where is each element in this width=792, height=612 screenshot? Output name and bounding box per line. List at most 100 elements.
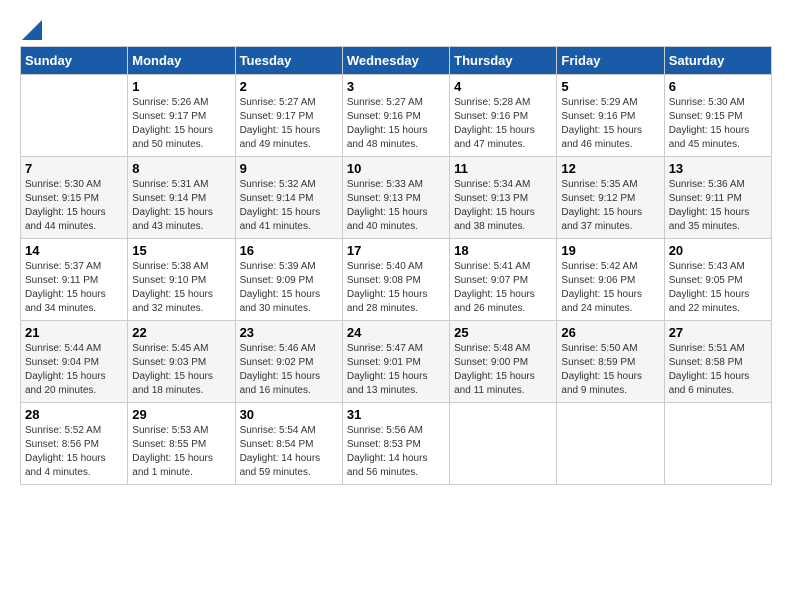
calendar-header-row: SundayMondayTuesdayWednesdayThursdayFrid… — [21, 47, 772, 75]
day-info: Sunrise: 5:52 AM Sunset: 8:56 PM Dayligh… — [25, 424, 123, 480]
calendar-cell: 29Sunrise: 5:53 AM Sunset: 8:55 PM Dayli… — [128, 403, 235, 485]
day-number: 19 — [561, 243, 659, 258]
calendar-cell — [450, 403, 557, 485]
calendar-week-1: 7 Sunrise: 5:30 AM Sunset: 9:15 PM Daylig… — [21, 157, 772, 239]
day-number: 29 — [132, 407, 230, 422]
header-saturday: Saturday — [664, 47, 771, 75]
day-info: Sunrise: 5:35 AM Sunset: 9:12 PM Dayligh… — [561, 178, 659, 234]
calendar-cell: 15 Sunrise: 5:38 AM Sunset: 9:10 PM Dayli… — [128, 239, 235, 321]
header-friday: Friday — [557, 47, 664, 75]
day-info: Sunrise: 5:40 AM Sunset: 9:08 PM Dayligh… — [347, 260, 445, 316]
day-info: Sunrise: 5:38 AM Sunset: 9:10 PM Dayligh… — [132, 260, 230, 316]
calendar-cell: 11 Sunrise: 5:34 AM Sunset: 9:13 PM Dayli… — [450, 157, 557, 239]
day-info: Sunrise: 5:48 AM Sunset: 9:00 PM Dayligh… — [454, 342, 552, 398]
header-thursday: Thursday — [450, 47, 557, 75]
day-info: Sunrise: 5:51 AM Sunset: 8:58 PM Dayligh… — [669, 342, 767, 398]
calendar-cell: 12 Sunrise: 5:35 AM Sunset: 9:12 PM Dayli… — [557, 157, 664, 239]
day-info: Sunrise: 5:54 AM Sunset: 8:54 PM Dayligh… — [240, 424, 338, 480]
day-number: 13 — [669, 161, 767, 176]
day-info: Sunrise: 5:45 AM Sunset: 9:03 PM Dayligh… — [132, 342, 230, 398]
day-info: Sunrise: 5:36 AM Sunset: 9:11 PM Dayligh… — [669, 178, 767, 234]
calendar-week-3: 21 Sunrise: 5:44 AM Sunset: 9:04 PM Dayli… — [21, 321, 772, 403]
calendar-cell: 2 Sunrise: 5:27 AM Sunset: 9:17 PM Daylig… — [235, 75, 342, 157]
day-number: 30 — [240, 407, 338, 422]
calendar-cell: 26 Sunrise: 5:50 AM Sunset: 8:59 PM Dayli… — [557, 321, 664, 403]
calendar-cell: 27 Sunrise: 5:51 AM Sunset: 8:58 PM Dayli… — [664, 321, 771, 403]
day-number: 14 — [25, 243, 123, 258]
calendar-cell: 9 Sunrise: 5:32 AM Sunset: 9:14 PM Daylig… — [235, 157, 342, 239]
day-number: 27 — [669, 325, 767, 340]
day-number: 9 — [240, 161, 338, 176]
calendar-cell: 14 Sunrise: 5:37 AM Sunset: 9:11 PM Dayli… — [21, 239, 128, 321]
calendar-cell: 17 Sunrise: 5:40 AM Sunset: 9:08 PM Dayli… — [342, 239, 449, 321]
day-info: Sunrise: 5:31 AM Sunset: 9:14 PM Dayligh… — [132, 178, 230, 234]
calendar-cell — [21, 75, 128, 157]
day-number: 22 — [132, 325, 230, 340]
header-tuesday: Tuesday — [235, 47, 342, 75]
day-info: Sunrise: 5:37 AM Sunset: 9:11 PM Dayligh… — [25, 260, 123, 316]
day-info: Sunrise: 5:27 AM Sunset: 9:17 PM Dayligh… — [240, 96, 338, 152]
calendar-cell: 30 Sunrise: 5:54 AM Sunset: 8:54 PM Dayli… — [235, 403, 342, 485]
calendar-cell: 10Sunrise: 5:33 AM Sunset: 9:13 PM Dayli… — [342, 157, 449, 239]
calendar-cell: 21 Sunrise: 5:44 AM Sunset: 9:04 PM Dayli… — [21, 321, 128, 403]
day-info: Sunrise: 5:34 AM Sunset: 9:13 PM Dayligh… — [454, 178, 552, 234]
logo — [20, 20, 42, 36]
day-info: Sunrise: 5:42 AM Sunset: 9:06 PM Dayligh… — [561, 260, 659, 316]
day-number: 24 — [347, 325, 445, 340]
day-info: Sunrise: 5:29 AM Sunset: 9:16 PM Dayligh… — [561, 96, 659, 152]
day-number: 15 — [132, 243, 230, 258]
header-sunday: Sunday — [21, 47, 128, 75]
day-info: Sunrise: 5:56 AM Sunset: 8:53 PM Dayligh… — [347, 424, 445, 480]
day-info: Sunrise: 5:33 AM Sunset: 9:13 PM Dayligh… — [347, 178, 445, 234]
day-info: Sunrise: 5:44 AM Sunset: 9:04 PM Dayligh… — [25, 342, 123, 398]
calendar-week-0: 1 Sunrise: 5:26 AM Sunset: 9:17 PM Daylig… — [21, 75, 772, 157]
day-number: 6 — [669, 79, 767, 94]
day-info: Sunrise: 5:26 AM Sunset: 9:17 PM Dayligh… — [132, 96, 230, 152]
day-number: 11 — [454, 161, 552, 176]
day-info: Sunrise: 5:43 AM Sunset: 9:05 PM Dayligh… — [669, 260, 767, 316]
day-number: 5 — [561, 79, 659, 94]
day-number: 21 — [25, 325, 123, 340]
calendar-cell: 5 Sunrise: 5:29 AM Sunset: 9:16 PM Daylig… — [557, 75, 664, 157]
day-info: Sunrise: 5:32 AM Sunset: 9:14 PM Dayligh… — [240, 178, 338, 234]
calendar-cell: 6 Sunrise: 5:30 AM Sunset: 9:15 PM Daylig… — [664, 75, 771, 157]
calendar-cell: 28 Sunrise: 5:52 AM Sunset: 8:56 PM Dayli… — [21, 403, 128, 485]
calendar-cell: 31 Sunrise: 5:56 AM Sunset: 8:53 PM Dayli… — [342, 403, 449, 485]
day-info: Sunrise: 5:41 AM Sunset: 9:07 PM Dayligh… — [454, 260, 552, 316]
day-number: 1 — [132, 79, 230, 94]
calendar-table: SundayMondayTuesdayWednesdayThursdayFrid… — [20, 46, 772, 485]
day-info: Sunrise: 5:30 AM Sunset: 9:15 PM Dayligh… — [25, 178, 123, 234]
day-number: 26 — [561, 325, 659, 340]
day-info: Sunrise: 5:30 AM Sunset: 9:15 PM Dayligh… — [669, 96, 767, 152]
calendar-week-4: 28 Sunrise: 5:52 AM Sunset: 8:56 PM Dayli… — [21, 403, 772, 485]
calendar-cell: 24 Sunrise: 5:47 AM Sunset: 9:01 PM Dayli… — [342, 321, 449, 403]
day-number: 17 — [347, 243, 445, 258]
day-number: 8 — [132, 161, 230, 176]
day-number: 25 — [454, 325, 552, 340]
header-wednesday: Wednesday — [342, 47, 449, 75]
day-number: 20 — [669, 243, 767, 258]
day-number: 31 — [347, 407, 445, 422]
day-number: 2 — [240, 79, 338, 94]
day-number: 7 — [25, 161, 123, 176]
calendar-cell: 20 Sunrise: 5:43 AM Sunset: 9:05 PM Dayli… — [664, 239, 771, 321]
calendar-cell: 4 Sunrise: 5:28 AM Sunset: 9:16 PM Daylig… — [450, 75, 557, 157]
day-info: Sunrise: 5:28 AM Sunset: 9:16 PM Dayligh… — [454, 96, 552, 152]
day-number: 23 — [240, 325, 338, 340]
day-info: Sunrise: 5:47 AM Sunset: 9:01 PM Dayligh… — [347, 342, 445, 398]
day-number: 28 — [25, 407, 123, 422]
calendar-cell — [664, 403, 771, 485]
header-monday: Monday — [128, 47, 235, 75]
calendar-week-2: 14 Sunrise: 5:37 AM Sunset: 9:11 PM Dayli… — [21, 239, 772, 321]
day-number: 4 — [454, 79, 552, 94]
calendar-cell — [557, 403, 664, 485]
day-number: 12 — [561, 161, 659, 176]
calendar-cell: 1 Sunrise: 5:26 AM Sunset: 9:17 PM Daylig… — [128, 75, 235, 157]
day-info: Sunrise: 5:39 AM Sunset: 9:09 PM Dayligh… — [240, 260, 338, 316]
page-header — [20, 20, 772, 36]
calendar-cell: 3Sunrise: 5:27 AM Sunset: 9:16 PM Daylig… — [342, 75, 449, 157]
calendar-cell: 13 Sunrise: 5:36 AM Sunset: 9:11 PM Dayli… — [664, 157, 771, 239]
calendar-cell: 18Sunrise: 5:41 AM Sunset: 9:07 PM Dayli… — [450, 239, 557, 321]
calendar-cell: 16Sunrise: 5:39 AM Sunset: 9:09 PM Dayli… — [235, 239, 342, 321]
day-info: Sunrise: 5:50 AM Sunset: 8:59 PM Dayligh… — [561, 342, 659, 398]
